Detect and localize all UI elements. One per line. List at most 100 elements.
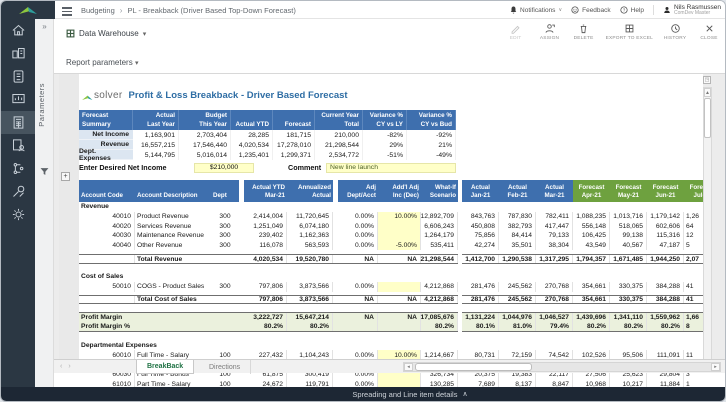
account-code-cell bbox=[79, 296, 135, 304]
adj-cell[interactable]: 0.00% bbox=[338, 221, 378, 231]
month-value-cell: 1,046,527 bbox=[536, 313, 573, 322]
export-to-excel-button[interactable]: EXPORT TO EXCEL bbox=[606, 23, 653, 41]
outline-expand-button[interactable]: + bbox=[61, 172, 70, 181]
summary-header-line: CY vs Bud bbox=[421, 120, 452, 129]
month-value-cell: 79.4% bbox=[536, 322, 573, 331]
comment-input[interactable]: New line launch bbox=[326, 163, 456, 173]
sidebar-item-presentation[interactable] bbox=[1, 88, 35, 111]
month-value-cell: 354,661 bbox=[573, 282, 610, 292]
account-code-cell bbox=[79, 255, 135, 263]
parameters-expand-icon[interactable]: » bbox=[35, 22, 54, 31]
sidebar-item-tools[interactable] bbox=[1, 180, 35, 203]
grid-row: 40030Maintenance Revenue300239,4021,162,… bbox=[79, 231, 458, 241]
scroll-left-icon[interactable]: ◂ bbox=[404, 363, 413, 371]
addl-adj-cell[interactable] bbox=[378, 231, 421, 241]
adj-cell[interactable]: 0.00% bbox=[338, 282, 378, 292]
month-value-cell: 1,944,250 bbox=[647, 255, 684, 263]
data-warehouse-selector[interactable]: Data Warehouse▾ bbox=[66, 29, 146, 38]
sidebar-item-organization[interactable] bbox=[1, 42, 35, 65]
horizontal-scroll-thumb[interactable] bbox=[415, 363, 532, 371]
tab-breakback[interactable]: BreakBack bbox=[136, 360, 194, 374]
month-value-cell: 1,26 bbox=[684, 212, 703, 222]
summary-column-header: Actual YTD bbox=[231, 110, 273, 130]
addl-adj-cell[interactable] bbox=[378, 221, 421, 231]
header-line: Jan-21 bbox=[471, 192, 491, 201]
delete-button[interactable]: DELETE bbox=[572, 23, 596, 41]
grid-column-header: What-IfScenario bbox=[421, 180, 458, 202]
adj-cell[interactable]: 0.00% bbox=[338, 231, 378, 241]
popout-icon[interactable]: ◳ bbox=[703, 76, 711, 84]
header-line: Actual bbox=[508, 184, 527, 193]
breadcrumb-root[interactable]: Budgeting bbox=[81, 6, 115, 15]
month-value-cell: 40,567 bbox=[610, 241, 647, 251]
month-value-cell: 1,044,976 bbox=[499, 313, 536, 322]
sidebar-item-calculator[interactable] bbox=[1, 111, 35, 134]
menu-icon[interactable] bbox=[62, 5, 72, 18]
solver-brand: solver bbox=[81, 90, 122, 101]
month-value-cell: 12 bbox=[684, 231, 703, 241]
action-label: EDIT bbox=[510, 36, 522, 41]
sidebar-item-home[interactable] bbox=[1, 19, 35, 42]
addl-adj-cell bbox=[378, 322, 421, 331]
notifications-menu[interactable]: Notifications∨ bbox=[510, 6, 562, 14]
summary-value: -49% bbox=[407, 150, 456, 160]
scroll-right-icon[interactable]: ▸ bbox=[711, 363, 720, 371]
month-value-cell: 115,316 bbox=[647, 231, 684, 241]
vertical-scroll-thumb[interactable] bbox=[704, 98, 711, 138]
grid-column-header: Actual YTDMar-21 bbox=[244, 180, 287, 202]
app-window: Budgeting › PL - Breakback (Driver Based… bbox=[0, 0, 726, 402]
month-value-cell: 382,793 bbox=[499, 221, 536, 231]
sidebar-item-workflow[interactable] bbox=[1, 157, 35, 180]
home-icon bbox=[11, 23, 26, 38]
calculator-icon bbox=[11, 115, 26, 130]
header-line: Scenario bbox=[430, 192, 456, 201]
summary-header-label: Profit & LossForecast Summary bbox=[79, 110, 133, 130]
adj-cell[interactable]: 0.00% bbox=[338, 241, 378, 251]
desired-net-income-input[interactable]: $210,000 bbox=[194, 163, 254, 173]
parameters-label[interactable]: Parameters bbox=[37, 83, 46, 127]
report-parameters-toggle[interactable]: Report parameters ▾ bbox=[66, 58, 138, 67]
summary-header-line: Forecast Summary bbox=[82, 111, 129, 129]
month-value-cell: 1,179,142 bbox=[647, 212, 684, 222]
app-logo[interactable] bbox=[1, 1, 55, 19]
addl-adj-cell[interactable]: 10.00% bbox=[378, 212, 421, 222]
user-menu[interactable]: Nils Rasmussen ComDev Master bbox=[663, 4, 721, 17]
breadcrumb: Budgeting › PL - Breakback (Driver Based… bbox=[81, 1, 296, 19]
adj-cell[interactable]: 0.00% bbox=[338, 212, 378, 222]
report-canvas: ◳ ▲ ▼ + solver Profit bbox=[54, 73, 725, 373]
sheet-scroll-arrows[interactable]: ‹› bbox=[60, 363, 77, 370]
feedback-button[interactable]: Feedback bbox=[571, 6, 611, 14]
summary-value: 2,534,772 bbox=[315, 150, 363, 160]
month-value-cell: 787,830 bbox=[499, 212, 536, 222]
grid-column-header: AdjDept/Acct bbox=[338, 180, 378, 202]
spreading-details-bar[interactable]: Spreading and Line item details ∧ bbox=[1, 387, 725, 401]
sidebar-item-settings[interactable] bbox=[1, 203, 35, 226]
month-value-cell: 8 bbox=[684, 322, 703, 331]
summary-value: -92% bbox=[407, 130, 456, 140]
help-button[interactable]: ? Help bbox=[620, 6, 644, 14]
summary-value: 16,557,215 bbox=[133, 140, 179, 150]
dept-cell: 300 bbox=[211, 282, 239, 292]
grid-row-months: 80.1%81.0%79.4%80.2%80.2%80.2%8 bbox=[462, 322, 703, 332]
month-value-cell: 47,187 bbox=[647, 241, 684, 251]
vertical-scrollbar[interactable]: ▲ ▼ bbox=[703, 87, 712, 371]
summary-header-line: Last Year bbox=[147, 120, 175, 129]
addl-adj-cell[interactable]: -5.00% bbox=[378, 241, 421, 251]
sidebar-item-report-device[interactable] bbox=[1, 65, 35, 88]
tab-directions[interactable]: Directions bbox=[199, 360, 251, 374]
sidebar-item-document-user[interactable] bbox=[1, 134, 35, 157]
report-device-icon bbox=[11, 69, 26, 84]
close-button[interactable]: CLOSE bbox=[697, 23, 721, 41]
history-button[interactable]: HISTORY bbox=[663, 23, 687, 41]
assign-button[interactable]: ASSIGN bbox=[538, 23, 562, 41]
summary-header-line: Variance % bbox=[419, 111, 452, 120]
report-page: solver Profit & Loss Breakback - Driver … bbox=[79, 74, 703, 373]
header-line: Forecast bbox=[616, 184, 642, 193]
annualized-cell: 15,647,214 bbox=[287, 313, 333, 322]
account-description-cell: Maintenance Revenue bbox=[135, 231, 211, 241]
spreading-details-label: Spreading and Line item details bbox=[352, 390, 457, 399]
scroll-up-icon[interactable]: ▲ bbox=[704, 88, 711, 97]
horizontal-scrollbar[interactable]: ◂ ▸ bbox=[403, 362, 721, 372]
addl-adj-cell[interactable] bbox=[378, 282, 421, 292]
summary-value: 5,144,795 bbox=[133, 150, 179, 160]
